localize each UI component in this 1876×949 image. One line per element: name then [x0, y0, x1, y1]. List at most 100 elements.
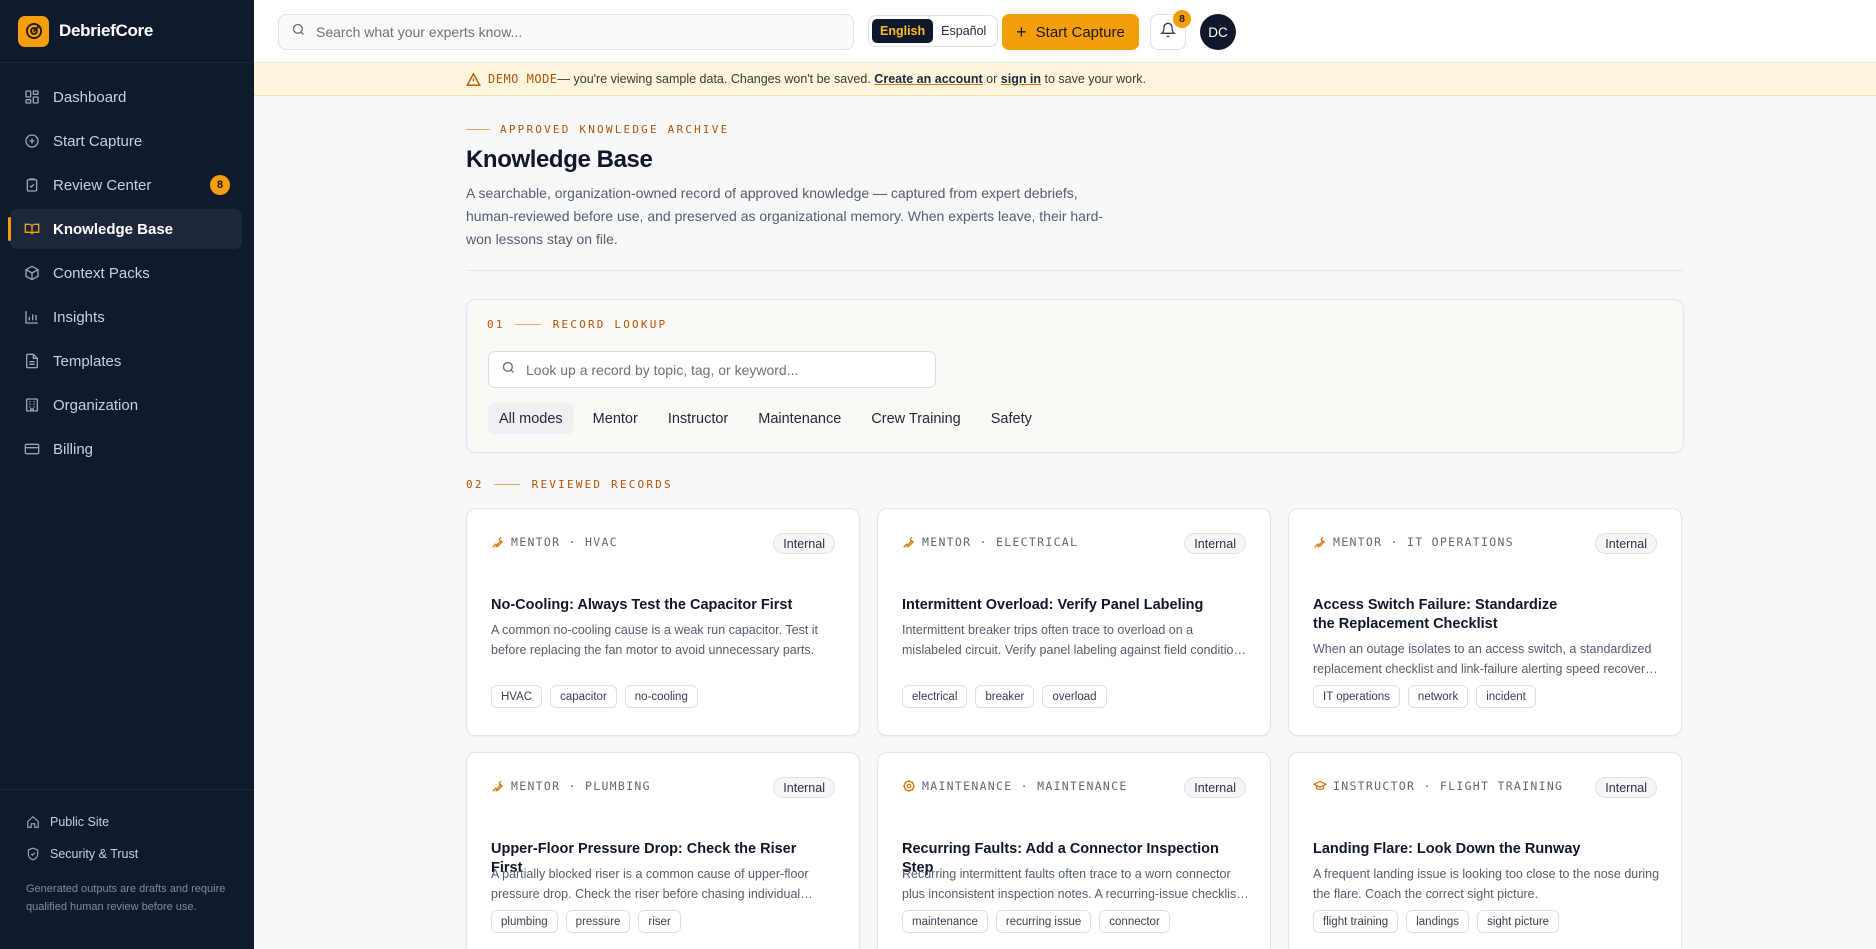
record-summary: A frequent landing issue is looking too … [1313, 867, 1660, 901]
record-tag[interactable]: capacitor [550, 685, 617, 708]
sidebar-item-dashboard[interactable]: Dashboard [10, 77, 242, 117]
record-meta: INSTRUCTOR · FLIGHT TRAINING [1313, 779, 1563, 793]
global-search-input[interactable] [316, 24, 853, 40]
language-switcher: English Español [868, 15, 999, 47]
filter-all-modes[interactable]: All modes [488, 403, 574, 434]
notification-count-badge: 8 [1173, 10, 1191, 28]
eyebrow-rule [466, 129, 490, 130]
page-title: Knowledge Base [466, 146, 653, 173]
brand[interactable]: DebriefCore [0, 0, 254, 63]
header-divider [466, 270, 1684, 271]
record-category: INSTRUCTOR · FLIGHT TRAINING [1333, 779, 1564, 793]
record-tag[interactable]: pressure [565, 910, 631, 933]
gear-icon [902, 779, 916, 793]
record-lookup-heading: 01 RECORD LOOKUP [487, 318, 667, 331]
filter-instructor[interactable]: Instructor [657, 403, 739, 434]
record-search-input[interactable] [526, 361, 935, 378]
sidebar-item-templates[interactable]: Templates [10, 341, 242, 381]
global-search[interactable] [278, 14, 854, 50]
record-title[interactable]: No-Cooling: Always Test the Capacitor Fi… [491, 596, 831, 615]
lang-english-button[interactable]: English [872, 19, 934, 43]
page-description: A searchable, organization-owned record … [466, 185, 1104, 247]
record-summary: A common no-cooling cause is a weak run … [491, 623, 819, 657]
record-tag[interactable]: plumbing [491, 910, 558, 933]
filter-maintenance[interactable]: Maintenance [747, 403, 852, 434]
sidebar-item-label: Context Packs [53, 264, 150, 282]
sidebar-item-label: Review Center [53, 176, 152, 194]
record-card[interactable]: MENTOR · ELECTRICAL Internal Intermitten… [877, 508, 1271, 736]
record-summary: Intermittent breaker trips often trace t… [902, 623, 1247, 657]
filter-safety[interactable]: Safety [980, 403, 1043, 434]
review-disclaimer: Generated outputs are drafts and require… [26, 883, 226, 913]
warning-icon [466, 71, 481, 87]
start-capture-button[interactable]: + Start Capture [1002, 14, 1139, 50]
sidebar-item-review-center[interactable]: Review Center 8 [10, 165, 242, 205]
record-tag[interactable]: electrical [902, 685, 968, 708]
plus-icon: + [1016, 22, 1027, 42]
book-open-icon [23, 220, 41, 238]
record-tag[interactable]: landings [1406, 910, 1470, 933]
sidebar-item-label: Knowledge Base [53, 220, 174, 238]
visibility-badge: Internal [1184, 777, 1246, 798]
record-tag[interactable]: recurring issue [995, 910, 1092, 933]
demo-mode-banner: DEMO MODE — you're viewing sample data. … [254, 63, 1876, 96]
sidebar-item-start-capture[interactable]: Start Capture [10, 121, 242, 161]
record-tags: plumbing pressure riser [491, 910, 689, 933]
record-tag[interactable]: IT operations [1313, 685, 1400, 708]
record-card[interactable]: MENTOR · PLUMBING Internal Upper-Floor P… [466, 752, 860, 949]
visibility-badge: Internal [1595, 777, 1657, 798]
sidebar-item-billing[interactable]: Billing [10, 429, 242, 469]
record-tag[interactable]: HVAC [491, 685, 543, 708]
sidebar-item-insights[interactable]: Insights [10, 297, 242, 337]
demo-mode-text: — you're viewing sample data. Changes wo… [557, 72, 871, 86]
sidebar-nav: Dashboard Start Capture Review Center 8 … [0, 63, 254, 469]
reviewed-records-heading: 02 REVIEWED RECORDS [466, 478, 673, 491]
record-tag[interactable]: network [1407, 685, 1469, 708]
record-card[interactable]: MAINTENANCE · MAINTENANCE Internal Recur… [877, 752, 1271, 949]
debriefcore-logo-icon [18, 15, 49, 47]
banner-or-text: or [986, 72, 998, 86]
user-avatar[interactable]: DC [1200, 14, 1236, 50]
record-summary: Recurring intermittent faults often trac… [902, 867, 1240, 901]
sidebar-item-label: Dashboard [53, 88, 127, 106]
record-title[interactable]: Intermittent Overload: Verify Panel Labe… [902, 596, 1242, 615]
section-number: 01 [487, 318, 505, 331]
create-account-link[interactable]: Create an account [874, 72, 982, 86]
sidebar-item-knowledge-base[interactable]: Knowledge Base [8, 209, 242, 249]
record-tag[interactable]: breaker [975, 685, 1035, 708]
record-meta: MENTOR · IT OPERATIONS [1313, 535, 1514, 549]
package-icon [23, 264, 41, 282]
record-tag[interactable]: connector [1099, 910, 1170, 933]
plus-circle-icon [23, 132, 41, 150]
record-tag[interactable]: riser [638, 910, 681, 933]
section-number: 02 [466, 478, 484, 491]
sign-in-link[interactable]: sign in [1001, 72, 1041, 86]
notifications-button[interactable]: 8 [1150, 10, 1191, 50]
credit-card-icon [23, 440, 41, 458]
lang-spanish-button[interactable]: Español [933, 19, 994, 43]
record-title[interactable]: Access Switch Failure: Standardize the R… [1313, 596, 1563, 634]
record-card[interactable]: INSTRUCTOR · FLIGHT TRAINING Internal La… [1288, 752, 1682, 949]
record-title[interactable]: Landing Flare: Look Down the Runway [1313, 840, 1653, 859]
sidebar-item-organization[interactable]: Organization [10, 385, 242, 425]
record-tag[interactable]: maintenance [902, 910, 988, 933]
filter-mentor[interactable]: Mentor [582, 403, 649, 434]
record-meta: MENTOR · HVAC [491, 535, 618, 549]
home-icon [26, 815, 40, 829]
wrench-icon [902, 535, 916, 549]
record-tag[interactable]: flight training [1313, 910, 1399, 933]
record-tag[interactable]: overload [1042, 685, 1107, 708]
record-tag[interactable]: incident [1476, 685, 1536, 708]
record-tag[interactable]: sight picture [1477, 910, 1560, 933]
record-search[interactable] [488, 351, 936, 388]
filter-crew-training[interactable]: Crew Training [860, 403, 971, 434]
record-tag[interactable]: no-cooling [624, 685, 698, 708]
record-card[interactable]: MENTOR · IT OPERATIONS Internal Access S… [1288, 508, 1682, 736]
record-card[interactable]: MENTOR · HVAC Internal No-Cooling: Alway… [466, 508, 860, 736]
record-meta: MENTOR · ELECTRICAL [902, 535, 1078, 549]
sidebar-item-context-packs[interactable]: Context Packs [10, 253, 242, 293]
public-site-link[interactable]: Public Site [26, 806, 254, 838]
record-category: MENTOR · ELECTRICAL [922, 535, 1079, 549]
security-trust-link[interactable]: Security & Trust [26, 838, 254, 870]
visibility-badge: Internal [1595, 533, 1657, 554]
